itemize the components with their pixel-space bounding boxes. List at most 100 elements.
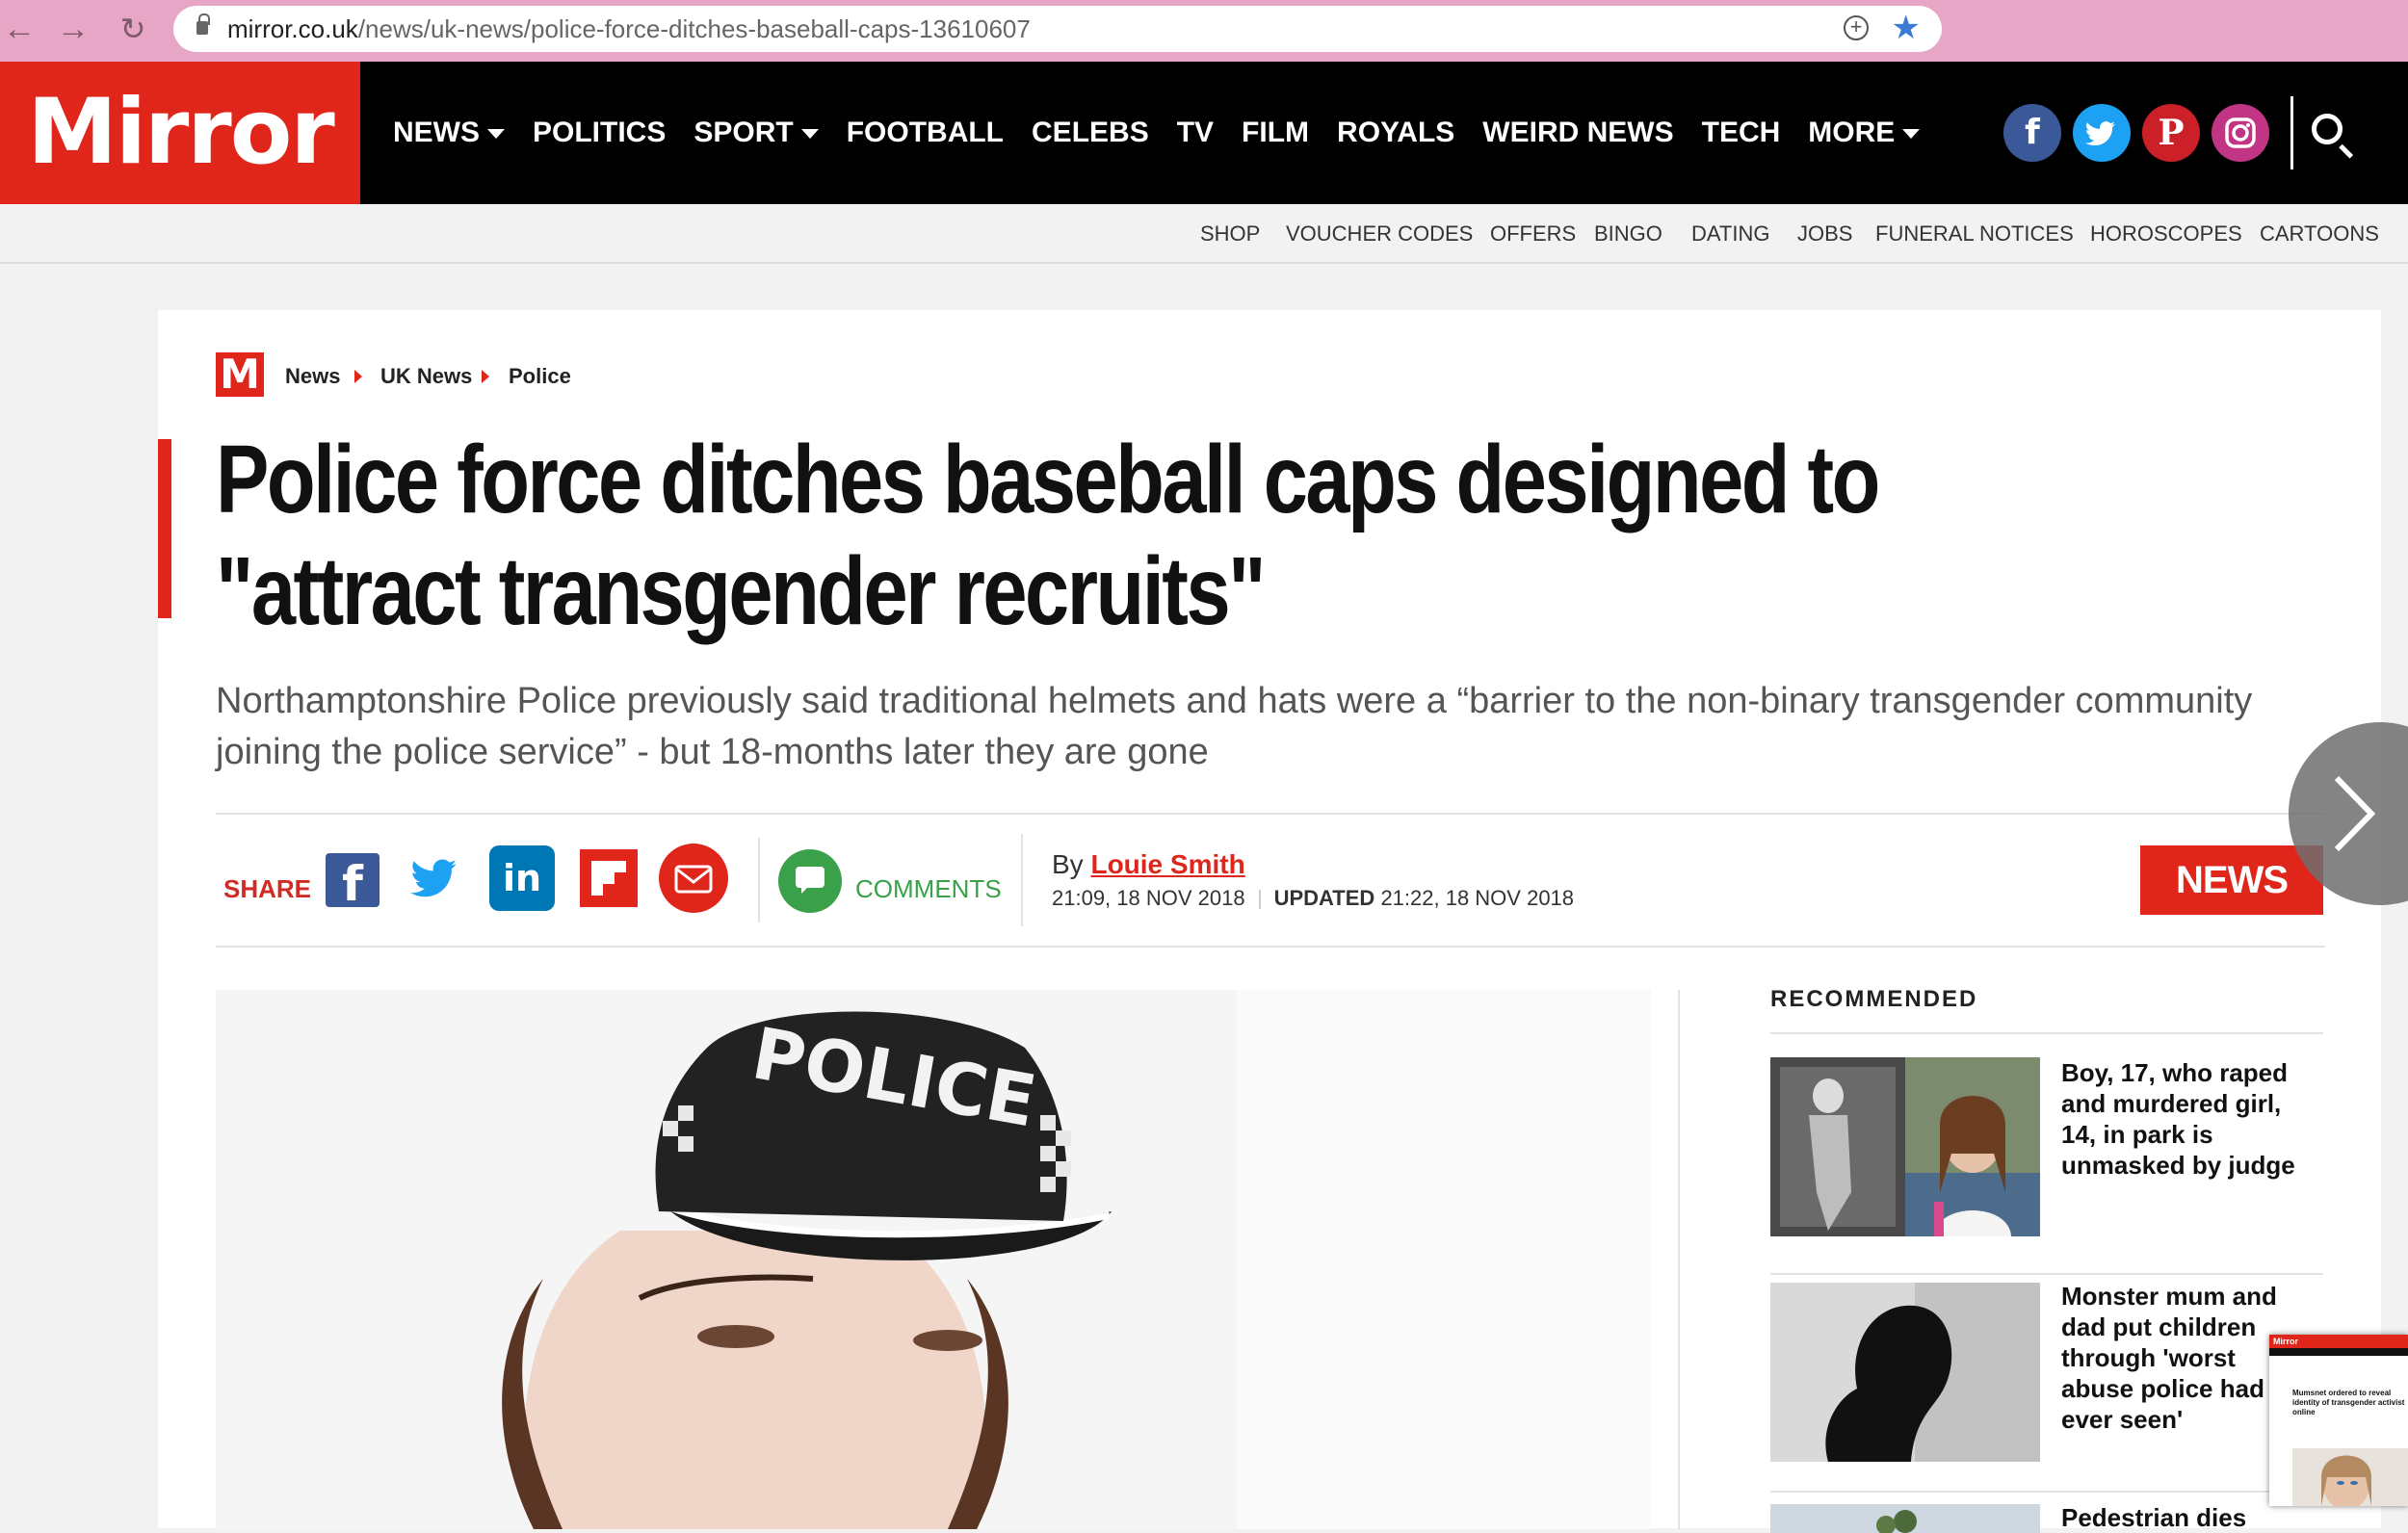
- recommended-thumb-3[interactable]: [1770, 1504, 2040, 1533]
- nav-news-label: NEWS: [393, 117, 480, 148]
- subnav-cartoons[interactable]: CARTOONS: [2260, 204, 2379, 264]
- recommended-photo-2: [1770, 1283, 2040, 1462]
- subnav-dating[interactable]: DATING: [1691, 204, 1769, 264]
- nav-sport[interactable]: SPORT: [694, 117, 819, 149]
- article-headline: Police force ditches baseball caps desig…: [216, 426, 1880, 645]
- nav-politics[interactable]: POLITICS: [533, 117, 666, 149]
- main-nav: NEWS POLITICS SPORT FOOTBALL CELEBS TV F…: [393, 62, 1948, 204]
- divider: [1770, 1273, 2323, 1275]
- published-time: 21:09, 18 NOV 2018: [1052, 886, 1245, 910]
- breadcrumb-arrow-icon: [354, 370, 362, 383]
- headline-accent-bar: [158, 439, 171, 618]
- comments-link[interactable]: COMMENTS: [855, 874, 1002, 904]
- article-card: M News UK News Police Police force ditch…: [158, 310, 2381, 1533]
- screenshot-thumbnail[interactable]: Mirror Mumsnet ordered to reveal identit…: [2269, 1335, 2408, 1506]
- twitter-bird-icon: [410, 859, 457, 897]
- updated-label: UPDATED: [1273, 886, 1375, 910]
- bookmark-star-icon[interactable]: ★: [1892, 10, 1921, 46]
- share-email-icon[interactable]: [659, 844, 728, 913]
- recommended-photo-1: [1770, 1057, 2040, 1236]
- mirror-logo[interactable]: Mirror: [0, 62, 360, 204]
- divider: [216, 813, 2325, 815]
- comments-icon[interactable]: [778, 849, 842, 913]
- nav-more[interactable]: MORE: [1808, 117, 1921, 149]
- subnav-shop[interactable]: SHOP: [1200, 204, 1260, 264]
- twitter-icon[interactable]: [2073, 104, 2131, 162]
- divider: [758, 838, 760, 922]
- nav-royals[interactable]: ROYALS: [1337, 117, 1454, 149]
- thumbnail-photo: [2292, 1448, 2408, 1506]
- divider: [1021, 834, 1023, 926]
- nav-celebs[interactable]: CELEBS: [1032, 117, 1149, 149]
- header-divider: [2290, 96, 2293, 169]
- add-icon[interactable]: +: [1844, 15, 1869, 40]
- chevron-down-icon: [487, 129, 505, 140]
- breadcrumb-police[interactable]: Police: [509, 364, 571, 389]
- pinterest-icon[interactable]: P: [2142, 104, 2200, 162]
- twitter-bird-icon: [2085, 121, 2116, 146]
- share-facebook-icon[interactable]: f: [326, 853, 380, 912]
- thumbnail-logo: Mirror: [2273, 1337, 2299, 1346]
- site-header: Mirror NEWS POLITICS SPORT FOOTBALL CELE…: [0, 62, 2408, 204]
- nav-sport-label: SPORT: [694, 117, 794, 148]
- recommended-headline-3[interactable]: Pedestrian dies: [2061, 1502, 2312, 1533]
- envelope-icon: [674, 865, 713, 894]
- nav-more-label: MORE: [1808, 117, 1896, 148]
- divider: [1770, 1032, 2323, 1034]
- url-domain: mirror.co.uk: [227, 14, 358, 43]
- lock-icon: [196, 13, 210, 35]
- instagram-icon[interactable]: [2212, 104, 2269, 162]
- recommended-thumb-2[interactable]: [1770, 1283, 2040, 1462]
- search-icon[interactable]: [2312, 114, 2343, 144]
- breadcrumb-logo[interactable]: M: [216, 352, 264, 397]
- date-separator: [1258, 890, 1261, 910]
- share-twitter-icon[interactable]: [405, 849, 462, 907]
- share-label: SHARE: [223, 874, 312, 903]
- author-link[interactable]: Louie Smith: [1090, 849, 1244, 879]
- facebook-icon[interactable]: f: [2003, 104, 2061, 162]
- address-bar[interactable]: mirror.co.uk/news/uk-news/police-force-d…: [173, 6, 1942, 52]
- chevron-down-icon: [800, 129, 819, 140]
- recommended-headline-1[interactable]: Boy, 17, who raped and murdered girl, 14…: [2061, 1057, 2312, 1181]
- byline: By Louie Smith: [1052, 849, 1245, 880]
- chevron-right-icon: [2334, 775, 2376, 852]
- nav-film[interactable]: FILM: [1242, 117, 1309, 149]
- browser-toolbar: ← → ↻ mirror.co.uk/news/uk-news/police-f…: [0, 0, 2408, 62]
- nav-news[interactable]: NEWS: [393, 117, 505, 149]
- divider: [216, 946, 2325, 948]
- instagram-glyph-icon: [2225, 117, 2256, 148]
- recommended-photo-3: [1770, 1504, 2040, 1533]
- flipboard-glyph-icon: [591, 861, 626, 896]
- recommended-title: RECOMMENDED: [1770, 986, 1978, 1012]
- nav-tech[interactable]: TECH: [1702, 117, 1781, 149]
- share-flipboard-icon[interactable]: [580, 849, 638, 907]
- chevron-down-icon: [1902, 129, 1921, 140]
- column-divider: [1678, 990, 1680, 1529]
- back-arrow-icon[interactable]: ←: [0, 10, 39, 48]
- updated-time: 21:22, 18 NOV 2018: [1380, 886, 1575, 910]
- lead-image[interactable]: POLICE: [216, 990, 1651, 1529]
- recommended-thumb-1[interactable]: [1770, 1057, 2040, 1236]
- breadcrumb-news[interactable]: News: [285, 364, 340, 389]
- police-officer-photo: POLICE: [216, 990, 1651, 1529]
- thumbnail-headline: Mumsnet ordered to reveal identity of tr…: [2292, 1389, 2405, 1416]
- breadcrumb-uk-news[interactable]: UK News: [380, 364, 472, 389]
- nav-tv[interactable]: TV: [1177, 117, 1214, 149]
- subnav-jobs[interactable]: JOBS: [1797, 204, 1852, 264]
- divider: [1770, 1491, 2323, 1493]
- url-text[interactable]: mirror.co.uk/news/uk-news/police-force-d…: [227, 13, 1031, 44]
- subnav-voucher-codes[interactable]: VOUCHER CODES: [1286, 204, 1473, 264]
- url-path: /news/uk-news/police-force-ditches-baseb…: [357, 14, 1031, 43]
- forward-arrow-icon[interactable]: →: [54, 10, 92, 48]
- subnav-offers[interactable]: OFFERS: [1490, 204, 1576, 264]
- subnav-bingo[interactable]: BINGO: [1594, 204, 1662, 264]
- breadcrumb-arrow-icon: [482, 370, 489, 383]
- subnav-funeral-notices[interactable]: FUNERAL NOTICES: [1875, 204, 2074, 264]
- subnav-horoscopes[interactable]: HOROSCOPES: [2090, 204, 2242, 264]
- reload-icon[interactable]: ↻: [114, 10, 152, 48]
- article-standfirst: Northamptonshire Police previously said …: [216, 681, 2253, 772]
- nav-football[interactable]: FOOTBALL: [847, 117, 1004, 149]
- nav-weird-news[interactable]: WEIRD NEWS: [1482, 117, 1673, 149]
- next-article-button[interactable]: [2289, 722, 2408, 905]
- share-linkedin-icon[interactable]: in: [489, 845, 555, 911]
